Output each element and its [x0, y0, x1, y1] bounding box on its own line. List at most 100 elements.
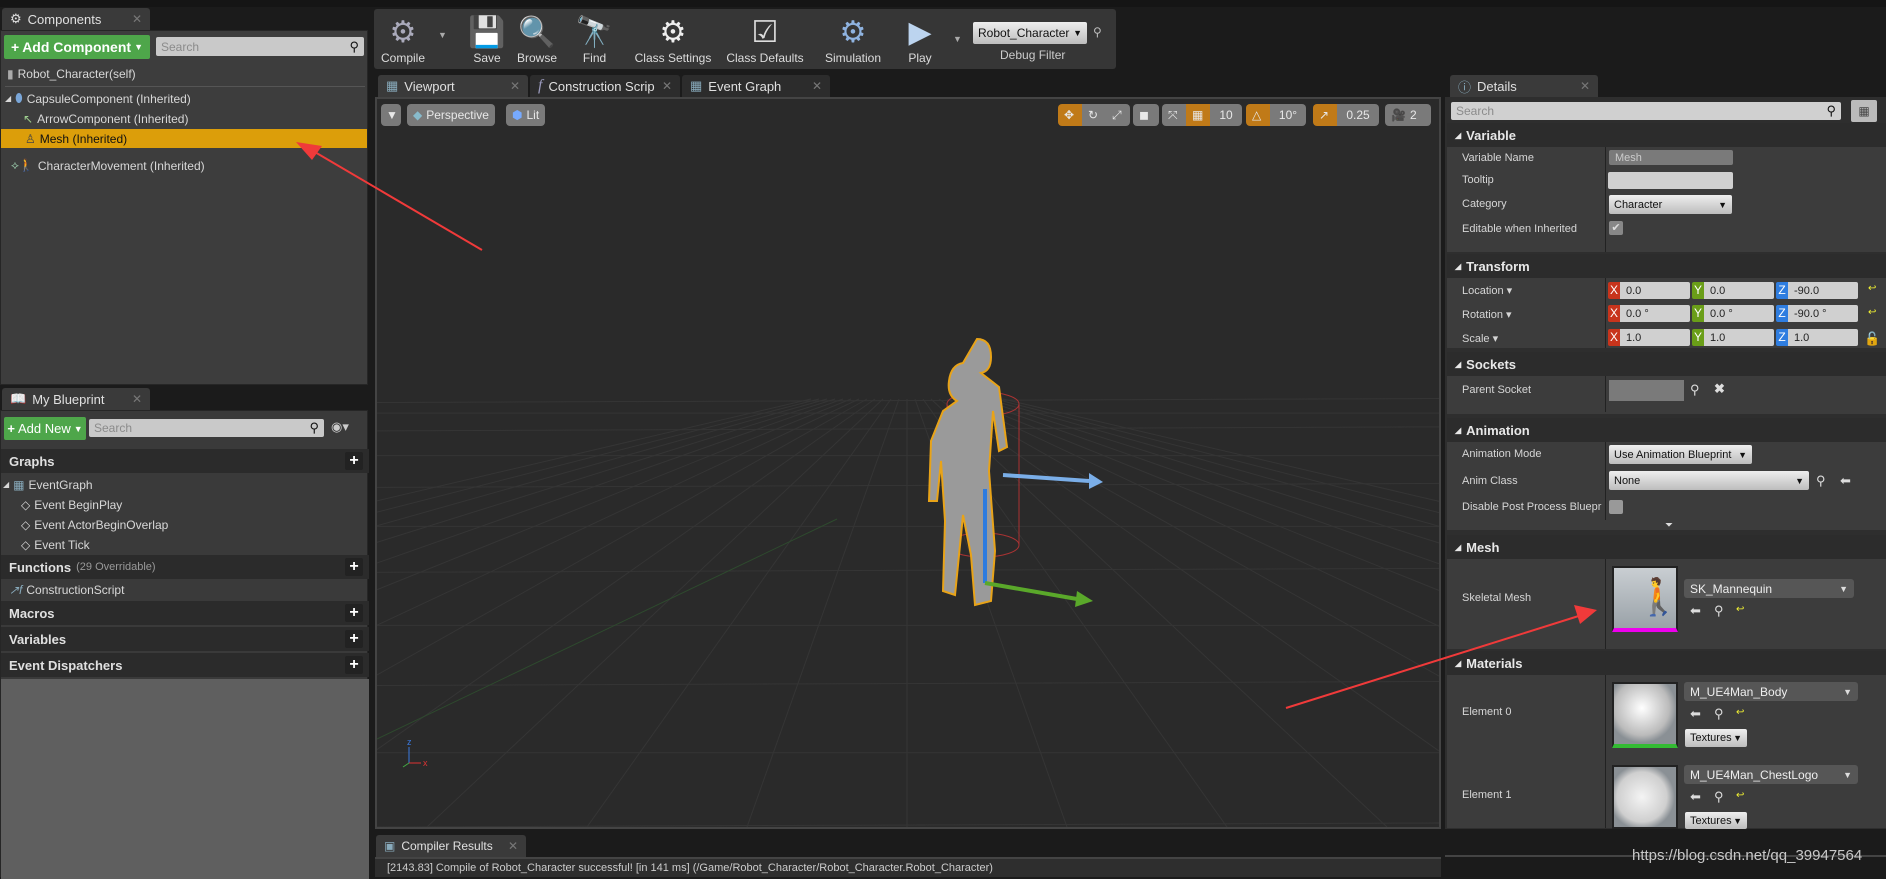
use-selected-arrow-icon[interactable]: ⬅ [1690, 789, 1701, 805]
section-variables[interactable]: Variables + [1, 627, 369, 651]
section-functions[interactable]: Functions (29 Overridable) + [1, 555, 369, 579]
compile-options-dropdown[interactable]: ▼ [438, 30, 447, 40]
grid-snap-icon[interactable]: ▦ [1186, 104, 1210, 126]
add-variable-button[interactable]: + [345, 630, 363, 648]
close-icon[interactable]: ✕ [1580, 79, 1590, 93]
save-button[interactable]: 💾 Save [467, 10, 507, 68]
viewport[interactable]: z x [375, 97, 1441, 829]
rotate-mode-icon[interactable]: ↻ [1082, 104, 1106, 126]
skeletal-mesh-thumbnail[interactable]: 🚶 [1612, 566, 1681, 632]
browse-asset-icon[interactable]: ⚲ [1714, 706, 1724, 722]
textures-dropdown[interactable]: Textures ▼ [1685, 812, 1747, 829]
add-macro-button[interactable]: + [345, 604, 363, 622]
tab-event-graph[interactable]: ▦ Event Graph ✕ [682, 75, 830, 97]
scl-z-input[interactable]: 1.0 [1788, 329, 1858, 346]
close-icon[interactable]: ✕ [812, 79, 822, 93]
rot-z-input[interactable]: -90.0 ° [1788, 305, 1858, 322]
reset-to-default-icon[interactable]: ↩ [1736, 604, 1744, 615]
section-materials[interactable]: ◢ Materials [1447, 651, 1886, 675]
play-options-dropdown[interactable]: ▼ [953, 34, 962, 44]
scale-label[interactable]: Scale ▾ [1462, 332, 1498, 345]
reset-location-icon[interactable]: ↩ [1868, 283, 1876, 294]
browse-asset-icon[interactable]: ⚲ [1714, 789, 1724, 805]
event-item[interactable]: ◇ Event Tick [1, 535, 367, 554]
debug-search-icon[interactable]: ⚲ [1093, 25, 1102, 39]
location-label[interactable]: Location ▾ [1462, 284, 1512, 297]
rot-x-input[interactable]: 0.0 ° [1620, 305, 1690, 322]
tab-viewport[interactable]: ▦ Viewport ✕ [378, 75, 528, 97]
close-icon[interactable]: ✕ [132, 392, 142, 406]
close-icon[interactable]: ✕ [662, 79, 672, 93]
tree-item[interactable]: ⟡🚶 CharacterMovement (Inherited) [1, 156, 367, 175]
browse-socket-icon[interactable]: ⚲ [1690, 382, 1700, 398]
expand-advanced-icon[interactable]: ⏷ [1665, 520, 1673, 531]
surface-snap-icon[interactable]: ⤧ [1162, 104, 1186, 126]
class-defaults-button[interactable]: ☑ Class Defaults [722, 10, 808, 68]
tooltip-input[interactable] [1608, 172, 1733, 189]
loc-z-input[interactable]: -90.0 [1788, 282, 1858, 299]
variable-name-input[interactable]: Mesh [1609, 150, 1733, 165]
loc-y-input[interactable]: 0.0 [1704, 282, 1774, 299]
skeletal-mesh-picker[interactable]: SK_Mannequin ▼ [1684, 579, 1854, 598]
blueprint-search-input[interactable]: Search ⚲ [89, 419, 324, 437]
play-button[interactable]: ▶ Play [895, 10, 945, 68]
reset-to-default-icon[interactable]: ↩ [1736, 790, 1744, 801]
add-graph-button[interactable]: + [345, 452, 363, 470]
scale-lock-icon[interactable]: 🔓 [1864, 331, 1880, 347]
property-matrix-icon[interactable]: ▦ [1851, 100, 1877, 122]
section-mesh[interactable]: ◢ Mesh [1447, 535, 1886, 559]
close-icon[interactable]: ✕ [508, 839, 518, 853]
browse-asset-icon[interactable]: ⚲ [1714, 603, 1724, 619]
rotation-snap-icon[interactable]: △ [1246, 104, 1270, 126]
perspective-button[interactable]: ◆ Perspective [407, 104, 495, 126]
compile-button[interactable]: ⚙ Compile [378, 10, 428, 68]
reset-to-default-icon[interactable]: ↩ [1736, 707, 1744, 718]
parent-socket-field[interactable] [1609, 380, 1684, 401]
components-search-input[interactable]: Search ⚲ [156, 37, 364, 56]
section-macros[interactable]: Macros + [1, 601, 369, 625]
grid-snap-value[interactable]: 10 [1210, 104, 1242, 126]
rotation-label[interactable]: Rotation ▾ [1462, 308, 1512, 321]
section-event-dispatchers[interactable]: Event Dispatchers + [1, 653, 369, 677]
section-animation[interactable]: ◢ Animation [1447, 418, 1886, 442]
function-item[interactable]: ↗f ConstructionScript [1, 580, 367, 599]
add-dispatcher-button[interactable]: + [345, 656, 363, 674]
clear-socket-icon[interactable]: ✖ [1714, 381, 1725, 397]
simulation-button[interactable]: ⚙ Simulation [818, 10, 888, 68]
tab-components[interactable]: ⚙ Components ✕ [2, 8, 150, 30]
find-button[interactable]: 🔭 Find [572, 10, 617, 68]
scl-y-input[interactable]: 1.0 [1704, 329, 1774, 346]
tab-my-blueprint[interactable]: 📖 My Blueprint ✕ [2, 388, 150, 410]
tree-item[interactable]: ↖ ArrowComponent (Inherited) [1, 109, 367, 128]
animation-mode-dropdown[interactable]: Use Animation Blueprint ▼ [1609, 445, 1752, 464]
lit-button[interactable]: ⬢ Lit [506, 104, 546, 126]
rot-y-input[interactable]: 0.0 ° [1704, 305, 1774, 322]
viewport-options-dropdown[interactable]: ▼ [381, 104, 401, 126]
section-sockets[interactable]: ◢ Sockets [1447, 352, 1886, 376]
graph-item[interactable]: ◢ ▦ EventGraph [1, 475, 367, 494]
use-selected-arrow-icon[interactable]: ⬅ [1690, 603, 1701, 619]
material-picker[interactable]: M_UE4Man_ChestLogo ▼ [1684, 765, 1858, 784]
translate-mode-icon[interactable]: ✥ [1058, 104, 1082, 126]
section-transform[interactable]: ◢ Transform [1447, 254, 1886, 278]
textures-dropdown[interactable]: Textures ▼ [1685, 729, 1747, 747]
material-thumbnail[interactable] [1612, 765, 1678, 829]
material-thumbnail[interactable] [1612, 682, 1678, 748]
add-new-button[interactable]: + Add New ▼ [4, 417, 86, 440]
use-selected-arrow-icon[interactable]: ⬅ [1840, 473, 1851, 489]
disable-post-process-checkbox[interactable] [1609, 500, 1623, 514]
debug-filter-dropdown[interactable]: Robot_Character ▼ [973, 22, 1087, 44]
tree-item[interactable]: ◢ ⬮ CapsuleComponent (Inherited) [1, 89, 367, 108]
event-item[interactable]: ◇ Event BeginPlay [1, 495, 367, 514]
editable-inherited-checkbox[interactable]: ✔ [1609, 221, 1623, 235]
class-settings-button[interactable]: ⚙ Class Settings [628, 10, 718, 68]
tree-item-selected[interactable]: ♙ Mesh (Inherited) [1, 129, 367, 148]
section-variable[interactable]: ◢ Variable [1447, 123, 1886, 147]
browse-button[interactable]: 🔍 Browse [512, 10, 562, 68]
close-icon[interactable]: ✕ [132, 12, 142, 26]
use-selected-arrow-icon[interactable]: ⬅ [1690, 706, 1701, 722]
event-item[interactable]: ◇ Event ActorBeginOverlap [1, 515, 367, 534]
scl-x-input[interactable]: 1.0 [1620, 329, 1690, 346]
scale-snap-icon[interactable]: ↗ [1313, 104, 1337, 126]
add-function-button[interactable]: + [345, 558, 363, 576]
